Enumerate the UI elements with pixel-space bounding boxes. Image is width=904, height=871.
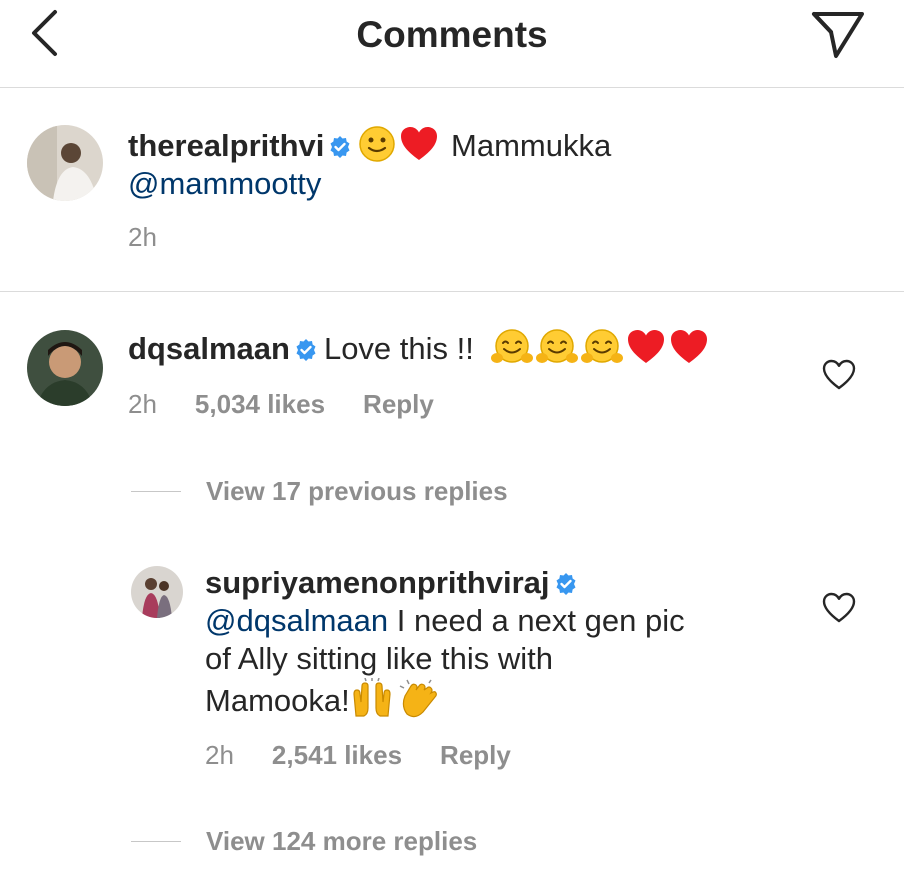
- raising-hands-emoji-icon: [353, 678, 391, 717]
- send-icon: [812, 12, 864, 58]
- verified-badge-icon: [556, 573, 576, 595]
- hugging-face-emoji-icon: [491, 329, 534, 363]
- share-button[interactable]: [808, 8, 868, 60]
- heart-outline-icon: [822, 359, 856, 390]
- reply-message-line3: Mamooka!: [205, 683, 350, 718]
- caption-mention[interactable]: @mammootty: [128, 166, 321, 201]
- reply-username[interactable]: supriyamenonprithviraj: [205, 565, 550, 600]
- reply-like-button[interactable]: [821, 591, 857, 625]
- comment-reply-button[interactable]: Reply: [363, 389, 434, 420]
- caption-timestamp: 2h: [128, 222, 157, 252]
- page-title: Comments: [356, 14, 548, 55]
- view-previous-replies-label: View 17 previous replies: [206, 476, 508, 506]
- view-previous-replies-button[interactable]: View 17 previous replies: [131, 476, 508, 507]
- header-bar: Comments: [0, 0, 904, 88]
- comment-meta: 2h 5,034 likes Reply: [128, 389, 434, 420]
- reply-message-line1: I need a next gen pic: [396, 603, 685, 638]
- profile-photo-icon: [27, 125, 103, 201]
- red-heart-emoji-icon: [628, 330, 665, 363]
- reply-text: supriyamenonprithviraj @dqsalmaan I need …: [205, 564, 825, 720]
- view-more-replies-label: View 124 more replies: [206, 826, 478, 856]
- comment-likes-count[interactable]: 5,034 likes: [195, 389, 325, 420]
- caption-message: Mammukka: [451, 128, 612, 163]
- comment-username[interactable]: dqsalmaan: [128, 331, 290, 366]
- reply-message-line2: of Ally sitting like this with: [205, 641, 554, 676]
- reply-timestamp: 2h: [205, 740, 234, 770]
- avatar[interactable]: [27, 330, 103, 406]
- comment-text: dqsalmaan Love this !!: [128, 328, 818, 368]
- verified-badge-icon: [296, 339, 316, 361]
- divider: [131, 491, 181, 492]
- profile-photo-icon: [27, 330, 103, 406]
- heart-outline-icon: [822, 592, 856, 623]
- comment-timestamp: 2h: [128, 389, 157, 419]
- caption-section: therealprithvi Mammukka @mammootty 2h: [0, 89, 904, 292]
- divider: [131, 841, 181, 842]
- hugging-face-emoji-icon: [581, 329, 624, 363]
- avatar[interactable]: [27, 125, 103, 201]
- comment-message: Love this !!: [323, 331, 474, 366]
- red-heart-emoji-icon: [671, 330, 708, 363]
- red-heart-emoji-icon: [401, 127, 438, 160]
- comment-item: dqsalmaan Love this !! 2h 5,034 likes Rep…: [0, 292, 904, 532]
- hugging-face-emoji-icon: [536, 329, 579, 363]
- reply-meta: 2h 2,541 likes Reply: [205, 740, 511, 771]
- view-more-replies-button[interactable]: View 124 more replies: [131, 826, 477, 857]
- verified-badge-icon: [330, 136, 350, 158]
- reply-reply-button[interactable]: Reply: [440, 740, 511, 771]
- comment-like-button[interactable]: [821, 358, 857, 392]
- reply-item: supriyamenonprithviraj @dqsalmaan I need …: [0, 560, 904, 871]
- caption-username[interactable]: therealprithvi: [128, 128, 324, 163]
- clapping-hands-emoji-icon: [399, 679, 437, 718]
- reply-mention[interactable]: @dqsalmaan: [205, 603, 388, 638]
- profile-photo-icon: [131, 566, 183, 618]
- caption-meta: 2h: [128, 222, 157, 253]
- caption-text: therealprithvi Mammukka @mammootty: [128, 125, 848, 203]
- smile-emoji-icon: [359, 126, 396, 162]
- avatar[interactable]: [131, 566, 183, 618]
- reply-likes-count[interactable]: 2,541 likes: [272, 740, 402, 771]
